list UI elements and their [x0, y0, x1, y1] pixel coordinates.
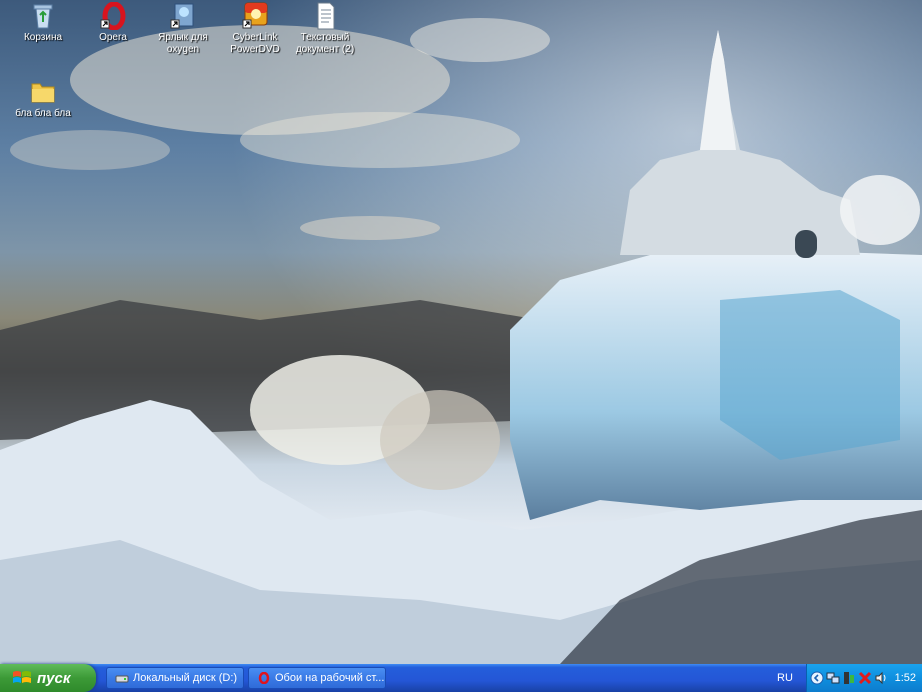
volume-icon[interactable]	[874, 671, 888, 685]
desktop-icon-opera[interactable]: Opera	[78, 2, 148, 44]
recycle-bin-icon	[33, 4, 53, 29]
system-tray: 1:52	[806, 664, 922, 692]
shortcut-icon	[170, 3, 194, 29]
clock[interactable]: 1:52	[895, 672, 916, 684]
desktop[interactable]: Корзина Opera Ярлык для oxygen CyberLink…	[0, 0, 922, 664]
taskbar-item-label: Обои на рабочий ст...	[275, 672, 385, 684]
text-document-icon	[317, 2, 335, 30]
desktop-icon-folder[interactable]: бла бла бла	[8, 78, 78, 120]
opera-icon	[258, 672, 270, 684]
desktop-icon-label: Ярлык для oxygen	[158, 32, 208, 55]
taskbar-item-opera-window[interactable]: Обои на рабочий ст...	[248, 667, 386, 689]
desktop-icon-label: Текстовый документ (2)	[295, 32, 355, 55]
wallpaper	[0, 0, 922, 664]
taskbar-item-label: Локальный диск (D:)	[133, 672, 238, 684]
antivirus-icon[interactable]	[858, 671, 872, 685]
powerdvd-icon	[242, 2, 268, 29]
show-hidden-icons-icon[interactable]	[810, 671, 824, 685]
desktop-icon-label: бла бла бла	[15, 108, 71, 119]
desktop-icon-label: Корзина	[23, 32, 63, 43]
desktop-icon-oxygen-shortcut[interactable]: Ярлык для oxygen	[148, 2, 218, 56]
start-label: пуск	[37, 669, 71, 687]
desktop-icon-label: CyberLink PowerDVD	[230, 32, 280, 55]
desktop-icon-label: Opera	[99, 32, 127, 43]
windows-logo-icon	[13, 671, 31, 683]
start-button[interactable]: пуск	[0, 664, 96, 692]
language-indicator[interactable]: RU	[777, 672, 793, 684]
folder-icon	[31, 83, 55, 103]
tray-app-icon[interactable]	[842, 671, 856, 685]
desktop-icon-powerdvd[interactable]: CyberLink PowerDVD	[220, 2, 290, 56]
network-icon[interactable]	[826, 671, 840, 685]
taskbar-item-local-disk[interactable]: Локальный диск (D:)	[106, 667, 244, 689]
taskbar: пуск Локальный диск (D:) Обои на рабочий…	[0, 664, 922, 692]
desktop-icon-text-document[interactable]: Текстовый документ (2)	[290, 2, 360, 56]
drive-icon	[115, 675, 129, 683]
opera-icon	[100, 2, 126, 30]
desktop-icon-recycle-bin[interactable]: Корзина	[8, 2, 78, 44]
